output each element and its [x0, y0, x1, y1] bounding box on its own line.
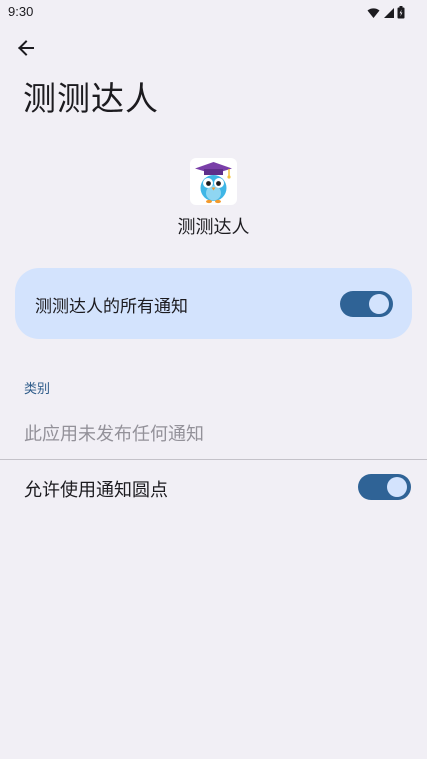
notification-dot-switch[interactable]	[358, 474, 411, 500]
no-notifications-message: 此应用未发布任何通知	[24, 424, 204, 445]
page-title: 测测达人	[23, 79, 159, 118]
wifi-icon	[367, 4, 380, 23]
switch-thumb	[369, 294, 389, 314]
notification-dot-toggle-row[interactable]: 允许使用通知圆点	[0, 460, 427, 516]
signal-icon	[383, 4, 394, 23]
switch-thumb	[387, 477, 407, 497]
notification-dot-label: 允许使用通知圆点	[24, 480, 168, 501]
categories-section-header: 类别	[24, 382, 51, 397]
status-icons	[367, 4, 405, 23]
all-notifications-label: 测测达人的所有通知	[35, 297, 188, 317]
app-name: 测测达人	[177, 217, 250, 238]
app-icon	[190, 158, 237, 205]
back-button[interactable]	[12, 36, 40, 64]
all-notifications-toggle-row[interactable]: 测测达人的所有通知	[15, 268, 412, 339]
arrow-left-icon	[16, 38, 36, 62]
status-time: 9:30	[8, 4, 34, 19]
all-notifications-switch[interactable]	[340, 291, 393, 317]
battery-icon	[397, 4, 405, 23]
status-bar: 9:30	[0, 0, 427, 24]
